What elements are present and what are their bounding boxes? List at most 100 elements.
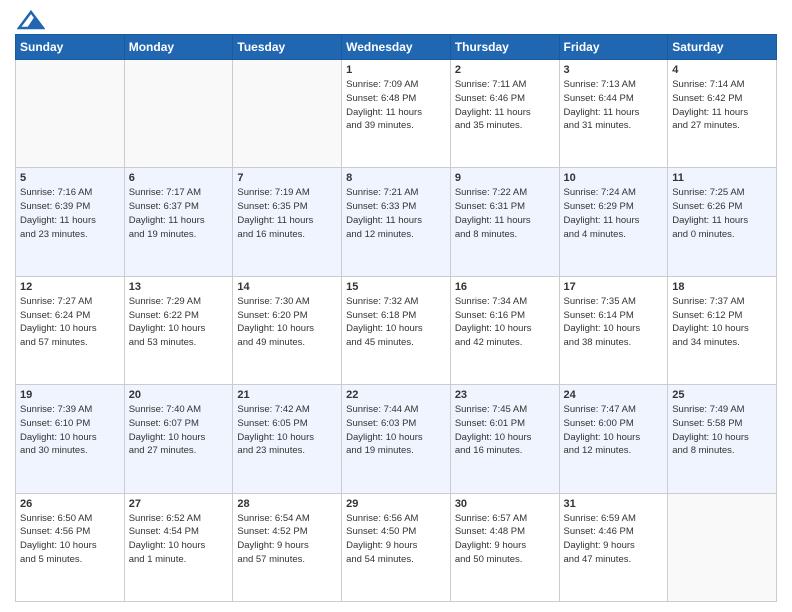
calendar-cell: 6 Sunrise: 7:17 AM Sunset: 6:37 PM Daylig… (124, 168, 233, 276)
header (15, 10, 777, 26)
day-number: 24 (564, 389, 664, 401)
day-info: Sunrise: 7:40 AM Sunset: 6:07 PM Dayligh… (129, 403, 229, 458)
calendar-cell: 11Sunrise: 7:25 AM Sunset: 6:26 PM Dayli… (668, 168, 777, 276)
calendar-cell: 14Sunrise: 7:30 AM Sunset: 6:20 PM Dayli… (233, 276, 342, 384)
day-header-saturday: Saturday (668, 35, 777, 60)
calendar-cell: 20 Sunrise: 7:40 AM Sunset: 6:07 PM Dayli… (124, 385, 233, 493)
day-number: 21 (237, 389, 337, 401)
day-number: 30 (455, 498, 555, 510)
day-number: 25 (672, 389, 772, 401)
day-info: Sunrise: 7:27 AM Sunset: 6:24 PM Dayligh… (20, 295, 120, 350)
day-info: Sunrise: 6:59 AM Sunset: 4:46 PM Dayligh… (564, 512, 664, 567)
calendar-cell: 7Sunrise: 7:19 AM Sunset: 6:35 PM Daylig… (233, 168, 342, 276)
day-info: Sunrise: 7:34 AM Sunset: 6:16 PM Dayligh… (455, 295, 555, 350)
calendar-cell: 12 Sunrise: 7:27 AM Sunset: 6:24 PM Dayli… (16, 276, 125, 384)
day-number: 10 (564, 172, 664, 184)
calendar-cell: 29 Sunrise: 6:56 AM Sunset: 4:50 PM Dayli… (342, 493, 451, 601)
calendar-cell: 4 Sunrise: 7:14 AM Sunset: 6:42 PM Daylig… (668, 60, 777, 168)
day-info: Sunrise: 6:57 AM Sunset: 4:48 PM Dayligh… (455, 512, 555, 567)
day-number: 4 (672, 64, 772, 76)
day-number: 29 (346, 498, 446, 510)
day-number: 1 (346, 64, 446, 76)
calendar-cell: 10 Sunrise: 7:24 AM Sunset: 6:29 PM Dayli… (559, 168, 668, 276)
day-number: 12 (20, 281, 120, 293)
day-info: Sunrise: 7:25 AM Sunset: 6:26 PM Dayligh… (672, 186, 772, 241)
calendar-table: SundayMondayTuesdayWednesdayThursdayFrid… (15, 34, 777, 602)
day-number: 8 (346, 172, 446, 184)
week-row-3: 12 Sunrise: 7:27 AM Sunset: 6:24 PM Dayli… (16, 276, 777, 384)
calendar-cell: 1 Sunrise: 7:09 AM Sunset: 6:48 PM Daylig… (342, 60, 451, 168)
day-info: Sunrise: 6:56 AM Sunset: 4:50 PM Dayligh… (346, 512, 446, 567)
calendar-cell: 24Sunrise: 7:47 AM Sunset: 6:00 PM Dayli… (559, 385, 668, 493)
calendar-cell: 8 Sunrise: 7:21 AM Sunset: 6:33 PM Daylig… (342, 168, 451, 276)
day-number: 13 (129, 281, 229, 293)
calendar-cell: 16 Sunrise: 7:34 AM Sunset: 6:16 PM Dayli… (450, 276, 559, 384)
day-number: 31 (564, 498, 664, 510)
day-number: 6 (129, 172, 229, 184)
day-number: 27 (129, 498, 229, 510)
day-number: 15 (346, 281, 446, 293)
day-header-thursday: Thursday (450, 35, 559, 60)
day-number: 7 (237, 172, 337, 184)
calendar-cell: 18 Sunrise: 7:37 AM Sunset: 6:12 PM Dayli… (668, 276, 777, 384)
day-info: Sunrise: 7:16 AM Sunset: 6:39 PM Dayligh… (20, 186, 120, 241)
day-info: Sunrise: 7:14 AM Sunset: 6:42 PM Dayligh… (672, 78, 772, 133)
calendar-cell: 23 Sunrise: 7:45 AM Sunset: 6:01 PM Dayli… (450, 385, 559, 493)
day-info: Sunrise: 7:30 AM Sunset: 6:20 PM Dayligh… (237, 295, 337, 350)
calendar-header-row: SundayMondayTuesdayWednesdayThursdayFrid… (16, 35, 777, 60)
calendar-cell (16, 60, 125, 168)
day-info: Sunrise: 7:29 AM Sunset: 6:22 PM Dayligh… (129, 295, 229, 350)
day-info: Sunrise: 7:39 AM Sunset: 6:10 PM Dayligh… (20, 403, 120, 458)
day-info: Sunrise: 7:13 AM Sunset: 6:44 PM Dayligh… (564, 78, 664, 133)
logo (15, 10, 45, 26)
day-number: 17 (564, 281, 664, 293)
calendar-cell (668, 493, 777, 601)
day-number: 19 (20, 389, 120, 401)
day-info: Sunrise: 7:45 AM Sunset: 6:01 PM Dayligh… (455, 403, 555, 458)
calendar-cell: 30 Sunrise: 6:57 AM Sunset: 4:48 PM Dayli… (450, 493, 559, 601)
page-container: SundayMondayTuesdayWednesdayThursdayFrid… (0, 0, 792, 612)
day-number: 26 (20, 498, 120, 510)
calendar-cell: 5 Sunrise: 7:16 AM Sunset: 6:39 PM Daylig… (16, 168, 125, 276)
calendar-cell: 2 Sunrise: 7:11 AM Sunset: 6:46 PM Daylig… (450, 60, 559, 168)
week-row-5: 26Sunrise: 6:50 AM Sunset: 4:56 PM Dayli… (16, 493, 777, 601)
day-number: 20 (129, 389, 229, 401)
calendar-cell: 3 Sunrise: 7:13 AM Sunset: 6:44 PM Daylig… (559, 60, 668, 168)
calendar-cell: 15 Sunrise: 7:32 AM Sunset: 6:18 PM Dayli… (342, 276, 451, 384)
day-header-wednesday: Wednesday (342, 35, 451, 60)
calendar-cell (233, 60, 342, 168)
day-info: Sunrise: 7:49 AM Sunset: 5:58 PM Dayligh… (672, 403, 772, 458)
calendar-cell: 13 Sunrise: 7:29 AM Sunset: 6:22 PM Dayli… (124, 276, 233, 384)
calendar-cell: 31 Sunrise: 6:59 AM Sunset: 4:46 PM Dayli… (559, 493, 668, 601)
day-info: Sunrise: 7:11 AM Sunset: 6:46 PM Dayligh… (455, 78, 555, 133)
day-header-monday: Monday (124, 35, 233, 60)
calendar-cell: 21 Sunrise: 7:42 AM Sunset: 6:05 PM Dayli… (233, 385, 342, 493)
week-row-1: 1 Sunrise: 7:09 AM Sunset: 6:48 PM Daylig… (16, 60, 777, 168)
day-header-tuesday: Tuesday (233, 35, 342, 60)
day-info: Sunrise: 7:37 AM Sunset: 6:12 PM Dayligh… (672, 295, 772, 350)
day-info: Sunrise: 7:21 AM Sunset: 6:33 PM Dayligh… (346, 186, 446, 241)
day-info: Sunrise: 7:22 AM Sunset: 6:31 PM Dayligh… (455, 186, 555, 241)
day-number: 28 (237, 498, 337, 510)
day-info: Sunrise: 7:32 AM Sunset: 6:18 PM Dayligh… (346, 295, 446, 350)
logo-icon (17, 10, 45, 30)
day-number: 22 (346, 389, 446, 401)
week-row-2: 5 Sunrise: 7:16 AM Sunset: 6:39 PM Daylig… (16, 168, 777, 276)
day-info: Sunrise: 7:09 AM Sunset: 6:48 PM Dayligh… (346, 78, 446, 133)
calendar-cell: 26Sunrise: 6:50 AM Sunset: 4:56 PM Dayli… (16, 493, 125, 601)
day-number: 16 (455, 281, 555, 293)
day-info: Sunrise: 7:24 AM Sunset: 6:29 PM Dayligh… (564, 186, 664, 241)
day-info: Sunrise: 7:35 AM Sunset: 6:14 PM Dayligh… (564, 295, 664, 350)
calendar-cell: 25 Sunrise: 7:49 AM Sunset: 5:58 PM Dayli… (668, 385, 777, 493)
day-number: 5 (20, 172, 120, 184)
calendar-cell: 17 Sunrise: 7:35 AM Sunset: 6:14 PM Dayli… (559, 276, 668, 384)
day-number: 23 (455, 389, 555, 401)
day-info: Sunrise: 7:17 AM Sunset: 6:37 PM Dayligh… (129, 186, 229, 241)
calendar-cell (124, 60, 233, 168)
day-info: Sunrise: 6:52 AM Sunset: 4:54 PM Dayligh… (129, 512, 229, 567)
day-info: Sunrise: 7:42 AM Sunset: 6:05 PM Dayligh… (237, 403, 337, 458)
day-number: 2 (455, 64, 555, 76)
day-number: 18 (672, 281, 772, 293)
day-header-sunday: Sunday (16, 35, 125, 60)
day-number: 3 (564, 64, 664, 76)
